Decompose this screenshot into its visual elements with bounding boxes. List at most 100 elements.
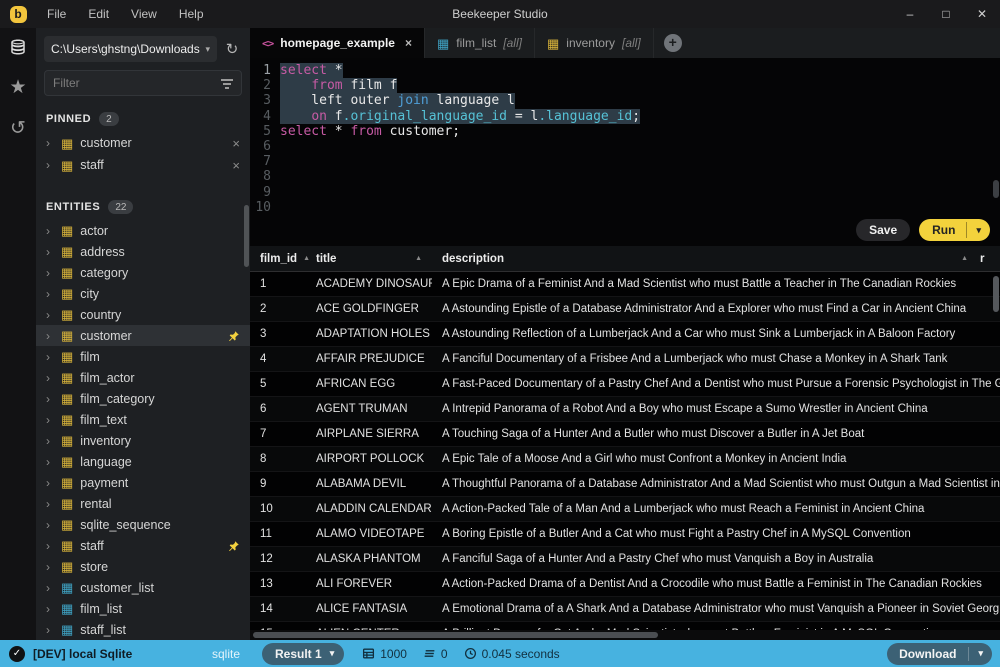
chevron-right-icon[interactable]: ›	[46, 476, 54, 490]
editor-scrollbar[interactable]	[993, 180, 999, 198]
code-line-9[interactable]: 9	[250, 185, 1000, 200]
menu-view[interactable]: View	[120, 0, 168, 28]
download-button-label[interactable]: Download	[887, 643, 968, 665]
chevron-right-icon[interactable]: ›	[46, 266, 54, 280]
table-row[interactable]: 10ALADDIN CALENDARA Action-Packed Tale o…	[250, 497, 1000, 522]
chevron-right-icon[interactable]: ›	[46, 518, 54, 532]
code-text[interactable]: on f.original_language_id = l.language_i…	[280, 109, 640, 124]
unpin-close-icon[interactable]: ×	[232, 136, 240, 151]
chevron-right-icon[interactable]: ›	[46, 623, 54, 637]
entity-item-film_text[interactable]: ›▦film_text	[36, 409, 250, 430]
history-icon[interactable]: ↺	[10, 119, 26, 138]
unpin-close-icon[interactable]: ×	[232, 158, 240, 173]
hscroll-thumb[interactable]	[253, 632, 658, 638]
tab-homepage_example[interactable]: <>homepage_example×	[250, 28, 425, 58]
results-vertical-scrollbar[interactable]	[993, 276, 999, 312]
table-row[interactable]: 11ALAMO VIDEOTAPEA Boring Epistle of a B…	[250, 522, 1000, 547]
chevron-right-icon[interactable]: ›	[46, 455, 54, 469]
chevron-right-icon[interactable]: ›	[46, 497, 54, 511]
entity-item-staff_list[interactable]: ›▦staff_list	[36, 619, 250, 640]
minimize-icon[interactable]: –	[892, 0, 928, 28]
new-tab-button[interactable]: +	[664, 34, 682, 52]
tab-film_list[interactable]: ▦film_list[all]	[425, 28, 535, 58]
entity-item-actor[interactable]: ›▦actor	[36, 220, 250, 241]
table-row[interactable]: 9ALABAMA DEVILA Thoughtful Panorama of a…	[250, 472, 1000, 497]
close-window-icon[interactable]: ✕	[964, 0, 1000, 28]
chevron-right-icon[interactable]: ›	[46, 158, 54, 172]
entity-item-film_actor[interactable]: ›▦film_actor	[36, 367, 250, 388]
code-line-1[interactable]: 1select *	[250, 63, 1000, 78]
database-connection-icon[interactable]	[9, 38, 27, 56]
chevron-right-icon[interactable]: ›	[46, 329, 54, 343]
entity-item-payment[interactable]: ›▦payment	[36, 472, 250, 493]
code-line-5[interactable]: 5select * from customer;	[250, 124, 1000, 139]
chevron-right-icon[interactable]: ›	[46, 287, 54, 301]
entity-item-customer_list[interactable]: ›▦customer_list	[36, 577, 250, 598]
code-line-8[interactable]: 8	[250, 169, 1000, 184]
table-row[interactable]: 7AIRPLANE SIERRAA Touching Saga of a Hun…	[250, 422, 1000, 447]
code-line-2[interactable]: 2 from film f	[250, 78, 1000, 93]
tab-inventory[interactable]: ▦inventory[all]	[535, 28, 654, 58]
connection-dropdown[interactable]: C:\Users\ghstng\Downloads ▾	[44, 36, 217, 62]
entity-item-city[interactable]: ›▦city	[36, 283, 250, 304]
sidebar-scrollbar[interactable]	[244, 205, 249, 267]
table-row[interactable]: 1ACADEMY DINOSAURA Epic Drama of a Femin…	[250, 272, 1000, 297]
chevron-right-icon[interactable]: ›	[46, 245, 54, 259]
table-row[interactable]: 15ALIEN CENTERA Brilliant Drama of a Cat…	[250, 622, 1000, 630]
column-header-r[interactable]: r	[978, 246, 1000, 271]
code-text[interactable]: from film f	[280, 78, 397, 93]
chevron-right-icon[interactable]: ›	[46, 392, 54, 406]
table-row[interactable]: 5AFRICAN EGGA Fast-Paced Documentary of …	[250, 372, 1000, 397]
sort-icon[interactable]: ▲	[409, 255, 422, 262]
code-text[interactable]: select * from customer;	[280, 124, 460, 139]
chevron-right-icon[interactable]: ›	[46, 602, 54, 616]
entity-item-store[interactable]: ›▦store	[36, 556, 250, 577]
column-header-description[interactable]: description▲	[432, 246, 978, 271]
chevron-right-icon[interactable]: ›	[46, 350, 54, 364]
entity-item-customer[interactable]: ›▦customer	[36, 325, 250, 346]
entity-item-rental[interactable]: ›▦rental	[36, 493, 250, 514]
table-row[interactable]: 2ACE GOLDFINGERA Astounding Epistle of a…	[250, 297, 1000, 322]
sql-editor[interactable]: 1select *2 from film f3 left outer join …	[250, 58, 1000, 218]
run-options-caret-icon[interactable]: ▾	[967, 219, 990, 241]
filter-input[interactable]	[44, 70, 242, 96]
entity-item-film_category[interactable]: ›▦film_category	[36, 388, 250, 409]
run-button-label[interactable]: Run	[919, 219, 966, 241]
chevron-right-icon[interactable]: ›	[46, 224, 54, 238]
save-button[interactable]: Save	[856, 219, 910, 241]
maximize-icon[interactable]: □	[928, 0, 964, 28]
entity-item-address[interactable]: ›▦address	[36, 241, 250, 262]
code-line-6[interactable]: 6	[250, 139, 1000, 154]
entity-item-country[interactable]: ›▦country	[36, 304, 250, 325]
run-button[interactable]: Run ▾	[919, 219, 990, 241]
table-row[interactable]: 14ALICE FANTASIAA Emotional Drama of a A…	[250, 597, 1000, 622]
table-row[interactable]: 3ADAPTATION HOLESA Astounding Reflection…	[250, 322, 1000, 347]
entity-item-sqlite_sequence[interactable]: ›▦sqlite_sequence	[36, 514, 250, 535]
pin-icon[interactable]	[228, 540, 240, 552]
code-line-3[interactable]: 3 left outer join language l	[250, 93, 1000, 108]
code-line-4[interactable]: 4 on f.original_language_id = l.language…	[250, 109, 1000, 124]
menu-file[interactable]: File	[36, 0, 77, 28]
result-selector-button[interactable]: Result 1 ▾	[262, 643, 344, 665]
connection-name[interactable]: [DEV] local Sqlite	[33, 647, 132, 661]
code-text[interactable]: select *	[280, 63, 343, 78]
column-header-title[interactable]: title▲	[306, 246, 432, 271]
filter-funnel-icon[interactable]	[221, 79, 233, 91]
refresh-icon[interactable]: ↻	[222, 40, 242, 58]
menu-edit[interactable]: Edit	[77, 0, 120, 28]
chevron-right-icon[interactable]: ›	[46, 581, 54, 595]
pinned-item-staff[interactable]: ›▦staff×	[36, 154, 250, 176]
table-row[interactable]: 4AFFAIR PREJUDICEA Fanciful Documentary …	[250, 347, 1000, 372]
table-row[interactable]: 6AGENT TRUMANA Intrepid Panorama of a Ro…	[250, 397, 1000, 422]
chevron-right-icon[interactable]: ›	[46, 413, 54, 427]
chevron-right-icon[interactable]: ›	[46, 371, 54, 385]
close-tab-icon[interactable]: ×	[405, 36, 412, 50]
download-button[interactable]: Download ▾	[887, 643, 992, 665]
table-row[interactable]: 12ALASKA PHANTOMA Fanciful Saga of a Hun…	[250, 547, 1000, 572]
table-row[interactable]: 13ALI FOREVERA Action-Packed Drama of a …	[250, 572, 1000, 597]
chevron-right-icon[interactable]: ›	[46, 308, 54, 322]
chevron-right-icon[interactable]: ›	[46, 136, 54, 150]
entity-item-category[interactable]: ›▦category	[36, 262, 250, 283]
favorites-star-icon[interactable]: ★	[9, 78, 26, 97]
chevron-right-icon[interactable]: ›	[46, 539, 54, 553]
